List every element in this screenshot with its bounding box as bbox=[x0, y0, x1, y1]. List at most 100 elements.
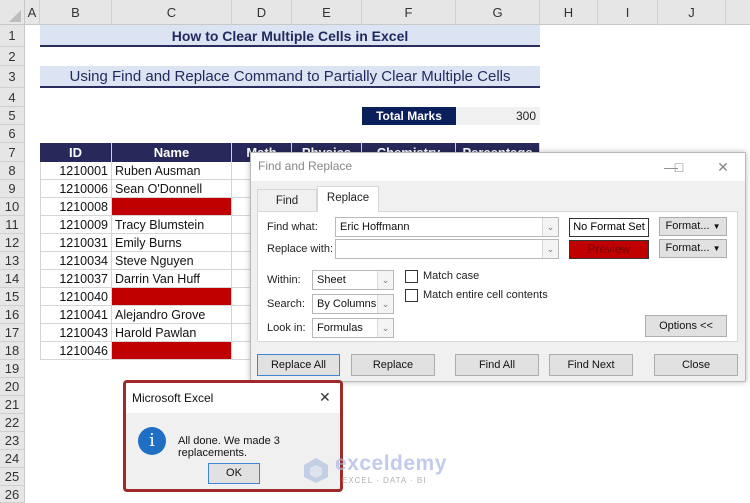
match-case-label: Match case bbox=[423, 270, 480, 282]
row-header-20[interactable]: 20 bbox=[0, 378, 25, 396]
id-cell[interactable]: 1210031 bbox=[40, 234, 112, 252]
replace-with-input[interactable]: ⌄ bbox=[335, 239, 559, 259]
row-header-6[interactable]: 6 bbox=[0, 125, 25, 143]
dialog-titlebar[interactable]: Find and Replace — □ ✕ bbox=[251, 153, 745, 181]
find-all-button[interactable]: Find All bbox=[455, 354, 539, 376]
column-header-f[interactable]: F bbox=[362, 0, 456, 25]
replace-format-label: Format... bbox=[665, 242, 710, 254]
column-header-c[interactable]: C bbox=[112, 0, 232, 25]
row-header-7[interactable]: 7 bbox=[0, 143, 25, 162]
name-cell[interactable] bbox=[112, 198, 232, 216]
close-icon[interactable]: ✕ bbox=[319, 389, 331, 406]
name-cell[interactable]: Alejandro Grove bbox=[112, 306, 232, 324]
row-header-26[interactable]: 26 bbox=[0, 486, 25, 503]
match-entire-checkbox[interactable] bbox=[405, 289, 418, 302]
find-format-label: Format... bbox=[665, 220, 710, 232]
options-button[interactable]: Options << bbox=[645, 315, 727, 337]
column-header-b[interactable]: B bbox=[40, 0, 112, 25]
chevron-down-icon[interactable]: ⌄ bbox=[377, 319, 393, 337]
id-cell[interactable]: 1210008 bbox=[40, 198, 112, 216]
row-header-5[interactable]: 5 bbox=[0, 107, 25, 125]
search-select[interactable]: By Columns ⌄ bbox=[312, 294, 394, 314]
look-in-value: Formulas bbox=[317, 322, 363, 334]
row-header-3[interactable]: 3 bbox=[0, 66, 25, 88]
chevron-down-icon[interactable]: ⌄ bbox=[377, 295, 393, 313]
row-header-4[interactable]: 4 bbox=[0, 88, 25, 107]
exceldemy-logo-icon bbox=[304, 458, 328, 483]
match-case-checkbox[interactable] bbox=[405, 270, 418, 283]
replace-all-button[interactable]: Replace All bbox=[257, 354, 340, 376]
name-cell[interactable] bbox=[112, 288, 232, 306]
find-format-button[interactable]: Format... ▼ bbox=[659, 217, 727, 236]
chevron-down-icon[interactable]: ⌄ bbox=[377, 271, 393, 289]
row-header-13[interactable]: 13 bbox=[0, 252, 25, 270]
row-header-15[interactable]: 15 bbox=[0, 288, 25, 306]
find-what-value: Eric Hoffmann bbox=[340, 221, 410, 233]
column-header-i[interactable]: I bbox=[598, 0, 658, 25]
name-cell[interactable]: Emily Burns bbox=[112, 234, 232, 252]
row-header-25[interactable]: 25 bbox=[0, 468, 25, 486]
id-cell[interactable]: 1210041 bbox=[40, 306, 112, 324]
within-select[interactable]: Sheet ⌄ bbox=[312, 270, 394, 290]
row-header-11[interactable]: 11 bbox=[0, 216, 25, 234]
row-header-1[interactable]: 1 bbox=[0, 25, 25, 47]
chevron-down-icon[interactable]: ⌄ bbox=[542, 218, 558, 236]
id-cell[interactable]: 1210046 bbox=[40, 342, 112, 360]
replace-button[interactable]: Replace bbox=[351, 354, 435, 376]
id-cell[interactable]: 1210040 bbox=[40, 288, 112, 306]
sheet-subtitle: Using Find and Replace Command to Partia… bbox=[40, 66, 540, 88]
find-next-button[interactable]: Find Next bbox=[549, 354, 633, 376]
id-cell[interactable]: 1210034 bbox=[40, 252, 112, 270]
look-in-select[interactable]: Formulas ⌄ bbox=[312, 318, 394, 338]
row-header-16[interactable]: 16 bbox=[0, 306, 25, 324]
name-cell[interactable] bbox=[112, 342, 232, 360]
column-header-j[interactable]: J bbox=[658, 0, 726, 25]
tab-find[interactable]: Find bbox=[257, 189, 317, 211]
column-header-d[interactable]: D bbox=[232, 0, 292, 25]
chevron-down-icon[interactable]: ⌄ bbox=[542, 240, 558, 258]
match-entire-label: Match entire cell contents bbox=[423, 289, 548, 301]
replace-format-button[interactable]: Format... ▼ bbox=[659, 239, 727, 258]
row-header-21[interactable]: 21 bbox=[0, 396, 25, 414]
row-header-9[interactable]: 9 bbox=[0, 180, 25, 198]
row-header-12[interactable]: 12 bbox=[0, 234, 25, 252]
column-header-bar: A B C D E F G H I J bbox=[0, 0, 750, 25]
total-marks-value[interactable]: 300 bbox=[456, 107, 540, 125]
name-cell[interactable]: Darrin Van Huff bbox=[112, 270, 232, 288]
look-in-label: Look in: bbox=[267, 322, 306, 334]
row-header-2[interactable]: 2 bbox=[0, 47, 25, 66]
row-header-24[interactable]: 24 bbox=[0, 450, 25, 468]
row-header-18[interactable]: 18 bbox=[0, 342, 25, 360]
tab-replace[interactable]: Replace bbox=[317, 186, 379, 212]
name-cell[interactable]: Sean O'Donnell bbox=[112, 180, 232, 198]
row-header-14[interactable]: 14 bbox=[0, 270, 25, 288]
column-header-a[interactable]: A bbox=[25, 0, 40, 25]
name-cell[interactable]: Steve Nguyen bbox=[112, 252, 232, 270]
id-cell[interactable]: 1210009 bbox=[40, 216, 112, 234]
column-header-g[interactable]: G bbox=[456, 0, 540, 25]
row-header-19[interactable]: 19 bbox=[0, 360, 25, 378]
within-label: Within: bbox=[267, 274, 301, 286]
select-all-corner[interactable] bbox=[0, 0, 25, 25]
find-what-input[interactable]: Eric Hoffmann ⌄ bbox=[335, 217, 559, 237]
row-header-23[interactable]: 23 bbox=[0, 432, 25, 450]
ok-button[interactable]: OK bbox=[208, 463, 260, 484]
row-header-10[interactable]: 10 bbox=[0, 198, 25, 216]
message-box-title: Microsoft Excel bbox=[132, 391, 214, 405]
id-cell[interactable]: 1210043 bbox=[40, 324, 112, 342]
name-cell[interactable]: Tracy Blumstein bbox=[112, 216, 232, 234]
id-cell[interactable]: 1210037 bbox=[40, 270, 112, 288]
row-header-8[interactable]: 8 bbox=[0, 162, 25, 180]
column-header-h[interactable]: H bbox=[540, 0, 598, 25]
row-header-22[interactable]: 22 bbox=[0, 414, 25, 432]
name-cell[interactable]: Harold Pawlan bbox=[112, 324, 232, 342]
id-cell[interactable]: 1210001 bbox=[40, 162, 112, 180]
close-button[interactable]: Close bbox=[654, 354, 738, 376]
message-box-titlebar[interactable]: Microsoft Excel ✕ bbox=[126, 383, 340, 413]
name-cell[interactable]: Ruben Ausman bbox=[112, 162, 232, 180]
close-icon[interactable]: ✕ bbox=[713, 157, 733, 177]
row-header-17[interactable]: 17 bbox=[0, 324, 25, 342]
maximize-icon[interactable]: □ bbox=[669, 157, 689, 177]
id-cell[interactable]: 1210006 bbox=[40, 180, 112, 198]
column-header-e[interactable]: E bbox=[292, 0, 362, 25]
